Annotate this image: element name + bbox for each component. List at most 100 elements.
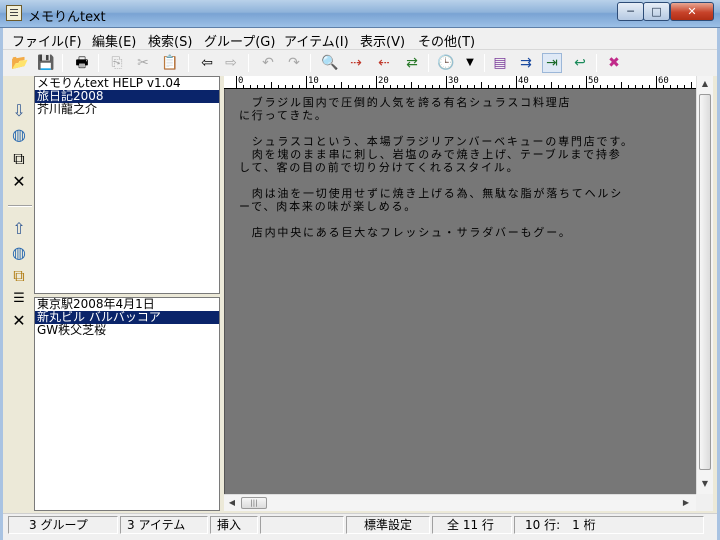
new-item-icon[interactable]: ☰ (10, 290, 28, 308)
ruler-tick (369, 85, 370, 88)
ruler-tick (425, 85, 426, 88)
globe-icon[interactable]: ◍ (10, 244, 28, 262)
ruler-tick (376, 76, 377, 88)
group-list-item[interactable]: 芥川龍之介 (35, 103, 219, 116)
edit-mode-icon[interactable]: ▤ (490, 53, 510, 73)
ruler-tick (383, 85, 384, 88)
ruler-tick (509, 85, 510, 88)
ruler-tick (355, 85, 356, 88)
forward-arrow-icon[interactable]: ⇨ (221, 53, 241, 73)
item-list[interactable]: 東京駅2008年4月1日 新丸ビル バルバッコア GW秩父芝桜 (34, 297, 220, 511)
save-icon[interactable]: 💾 (36, 53, 56, 73)
find-prev-icon[interactable]: ⇠ (374, 53, 394, 73)
ruler-tick (530, 85, 531, 88)
toolbar-separator (248, 54, 249, 72)
find-icon[interactable]: 🔍 (320, 53, 340, 73)
ruler-tick (502, 85, 503, 88)
group-list[interactable]: メモりんtext HELP v1.04 旅日記2008 芥川龍之介 (34, 76, 220, 294)
ruler-tick (607, 85, 608, 88)
back-arrow-icon[interactable]: ⇦ (197, 53, 217, 73)
ruler-tick (523, 85, 524, 88)
status-item-count: 3 アイテム (120, 516, 208, 534)
column-icon[interactable]: ⇥ (542, 53, 562, 73)
delete-group-icon[interactable]: ✕ (10, 173, 28, 191)
ruler-tick (432, 85, 433, 88)
ruler-tick (551, 82, 552, 88)
ruler-tick (656, 76, 657, 88)
editor-line: ーで、肉本来の味が楽しめる。 (239, 200, 418, 213)
editor-line: 肉を塊のまま串に刺し、岩塩のみで焼き上げ、テーブルまで持参 (239, 148, 622, 161)
find-next-icon[interactable]: ⇢ (346, 53, 366, 73)
ruler-tick (642, 85, 643, 88)
toolbar-separator (428, 54, 429, 72)
menu-edit[interactable]: 編集(E) (92, 31, 136, 50)
replace-icon[interactable]: ⇄ (402, 53, 422, 73)
paste-icon[interactable]: 📋 (160, 53, 180, 73)
move-down-icon[interactable]: ⇩ (10, 102, 28, 120)
menu-group[interactable]: グループ(G) (204, 31, 275, 50)
ruler-tick (621, 82, 622, 88)
ruler-tick (390, 85, 391, 88)
menu-search[interactable]: 検索(S) (148, 31, 192, 50)
horizontal-scroll-thumb[interactable]: ||| (241, 497, 267, 509)
pane-splitter[interactable] (8, 205, 32, 207)
ruler-tick (572, 85, 573, 88)
ruler-tick (306, 76, 307, 88)
delete-item-icon[interactable]: ✕ (10, 312, 28, 330)
editor-line: 店内中央にある巨大なフレッシュ・サラダバーもグー。 (239, 226, 572, 239)
globe-icon[interactable]: ◍ (10, 126, 28, 144)
ruler-tick (635, 85, 636, 88)
ruler-tick (481, 82, 482, 88)
text-editor[interactable]: ブラジル国内で圧倒的人気を誇る有名シュラスコ料理店 に行ってきた。 シュラスコと… (224, 89, 696, 494)
ruler-tick (299, 85, 300, 88)
dropdown-arrow-icon[interactable]: ▼ (460, 53, 480, 73)
redo-icon[interactable]: ↷ (284, 53, 304, 73)
scroll-left-arrow-icon[interactable]: ◀ (224, 495, 240, 511)
app-notepad-icon (6, 5, 22, 21)
menu-other[interactable]: その他(T) (418, 31, 475, 50)
ruler-tick (614, 85, 615, 88)
menu-item[interactable]: アイテム(I) (284, 31, 349, 50)
horizontal-scrollbar[interactable]: ◀ ||| ▶ (224, 494, 696, 511)
indent-icon[interactable]: ⇉ (516, 53, 536, 73)
ruler-tick (292, 85, 293, 88)
editor-line: に行ってきた。 (239, 109, 328, 122)
ruler-tick (327, 85, 328, 88)
close-search-icon[interactable]: ✖ (604, 53, 624, 73)
ruler-tick (537, 85, 538, 88)
item-list-item[interactable]: GW秩父芝桜 (35, 324, 219, 337)
vertical-scrollbar[interactable]: ▲ ▼ (696, 76, 713, 494)
open-folder-icon[interactable]: 📂 (10, 53, 30, 73)
copy-item-icon[interactable]: ⧉ (10, 267, 28, 285)
ruler-tick (579, 85, 580, 88)
maximize-button[interactable]: □ (643, 2, 670, 21)
scroll-down-arrow-icon[interactable]: ▼ (697, 476, 713, 492)
ruler-tick (411, 82, 412, 88)
clock-icon[interactable]: 🕒 (436, 53, 456, 73)
scroll-right-arrow-icon[interactable]: ▶ (678, 495, 694, 511)
wrap-icon[interactable]: ↩ (570, 53, 590, 73)
ruler-tick (418, 85, 419, 88)
menu-view[interactable]: 表示(V) (360, 31, 405, 50)
vertical-scroll-thumb[interactable] (699, 94, 711, 470)
undo-icon[interactable]: ↶ (258, 53, 278, 73)
print-icon[interactable]: 🖶 (72, 53, 92, 73)
menu-file[interactable]: ファイル(F) (12, 31, 82, 50)
minimize-button[interactable]: ─ (617, 2, 644, 21)
ruler-tick (677, 85, 678, 88)
close-button[interactable]: ✕ (670, 2, 714, 21)
scroll-up-arrow-icon[interactable]: ▲ (697, 76, 713, 92)
copy-icon[interactable]: ⎘ (107, 53, 127, 73)
menu-bar: ファイル(F) 編集(E) 検索(S) グループ(G) アイテム(I) 表示(V… (0, 28, 720, 50)
duplicate-icon[interactable]: ⧉ (10, 150, 28, 168)
ruler-tick (257, 85, 258, 88)
toolbar-separator (98, 54, 99, 72)
status-line-count: 全 11 行 (432, 516, 512, 534)
editor-line: ブラジル国内で圧倒的人気を誇る有名シュラスコ料理店 (239, 96, 572, 109)
ruler-tick (236, 76, 237, 88)
ruler-tick (586, 76, 587, 88)
ruler-tick (446, 76, 447, 88)
ruler-tick (320, 85, 321, 88)
move-up-icon[interactable]: ⇧ (10, 220, 28, 238)
cut-icon[interactable]: ✂ (133, 53, 153, 73)
